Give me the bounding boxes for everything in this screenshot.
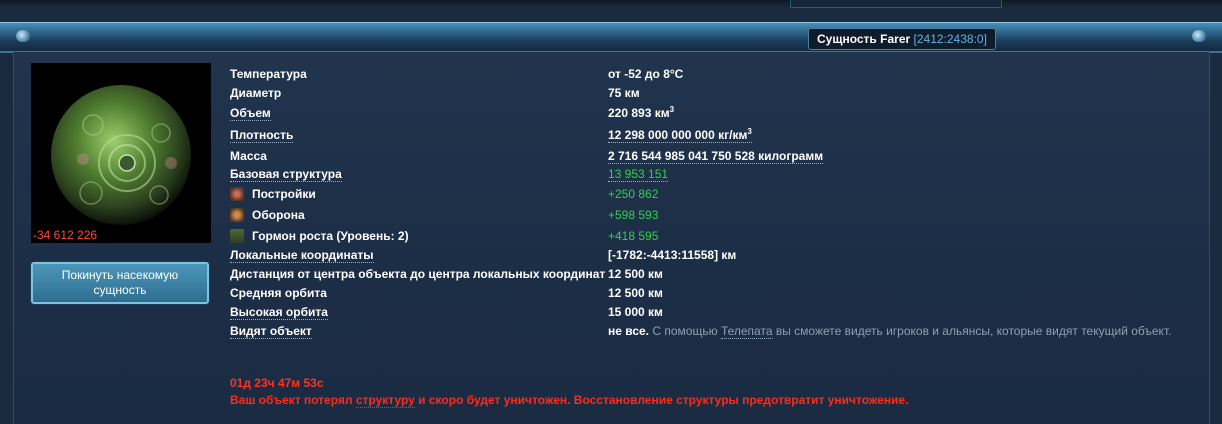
- label-volume[interactable]: Объем: [230, 106, 271, 121]
- value-buildings: +250 862: [608, 187, 659, 201]
- frame-bolt-icon: [16, 30, 30, 42]
- defense-icon: [230, 208, 244, 222]
- value-diameter: 75 км: [608, 86, 640, 100]
- entity-name: Сущность Farer: [817, 32, 911, 46]
- destruction-warning: Ваш объект потерял структуру и скоро буд…: [230, 393, 909, 408]
- label-temperature: Температура: [230, 67, 307, 81]
- value-volume: 220 893 км3: [608, 105, 675, 121]
- planet-image: -34 612 226: [31, 63, 211, 243]
- label-growth-hormone: Гормон роста (Уровень: 2): [230, 229, 409, 243]
- value-mass[interactable]: 2 716 544 985 041 750 528 килограмм: [608, 149, 824, 164]
- label-diameter: Диаметр: [230, 86, 282, 100]
- structure-deficit-value: -34 612 226: [33, 228, 98, 242]
- label-mid-orbit: Средняя орбита: [230, 286, 327, 300]
- insect-entity-icon: [51, 85, 191, 225]
- buildings-icon: [230, 187, 244, 201]
- value-distance: 12 500 км: [608, 267, 663, 281]
- value-growth-hormone: +418 595: [608, 229, 659, 243]
- growth-hormone-icon: [230, 229, 244, 243]
- label-buildings: Постройки: [230, 187, 316, 201]
- label-local-coords[interactable]: Локальные координаты: [230, 248, 374, 263]
- value-temperature: от -52 до 8°C: [608, 67, 684, 81]
- label-seen-by[interactable]: Видят объект: [230, 324, 312, 339]
- structure-link[interactable]: структуру: [355, 393, 415, 408]
- label-base-structure[interactable]: Базовая структура: [230, 167, 342, 182]
- top-strip: [0, 0, 1222, 8]
- label-high-orbit[interactable]: Высокая орбита: [230, 305, 328, 320]
- leave-insect-entity-button[interactable]: Покинуть насекомую сущность: [31, 262, 209, 304]
- entity-coords: [2412:2438:0]: [913, 32, 987, 46]
- top-notch: [790, 0, 1002, 8]
- destruction-timer: 01д 23ч 47м 53с: [230, 376, 324, 390]
- frame-bolt-icon: [1192, 30, 1206, 42]
- label-density[interactable]: Плотность: [230, 128, 294, 143]
- window-frame-bar: [0, 22, 1222, 53]
- value-local-coords: [-1782:-4413:11558] км: [608, 248, 737, 262]
- label-defense: Оборона: [230, 208, 305, 222]
- window-title: Сущность Farer [2412:2438:0]: [808, 28, 996, 50]
- value-mid-orbit: 12 500 км: [608, 286, 663, 300]
- value-density: 12 298 000 000 000 кг/км3: [608, 127, 752, 143]
- label-mass: Масса: [230, 149, 267, 163]
- value-seen-by: не все. С помощью Телепата вы сможете ви…: [608, 324, 1172, 339]
- telepath-link[interactable]: Телепата: [720, 324, 773, 339]
- label-distance: Дистанция от центра объекта до центра ло…: [230, 267, 606, 281]
- value-defense: +598 593: [608, 208, 659, 222]
- value-high-orbit: 15 000 км: [608, 305, 663, 319]
- value-base-structure: 13 953 151: [608, 167, 669, 182]
